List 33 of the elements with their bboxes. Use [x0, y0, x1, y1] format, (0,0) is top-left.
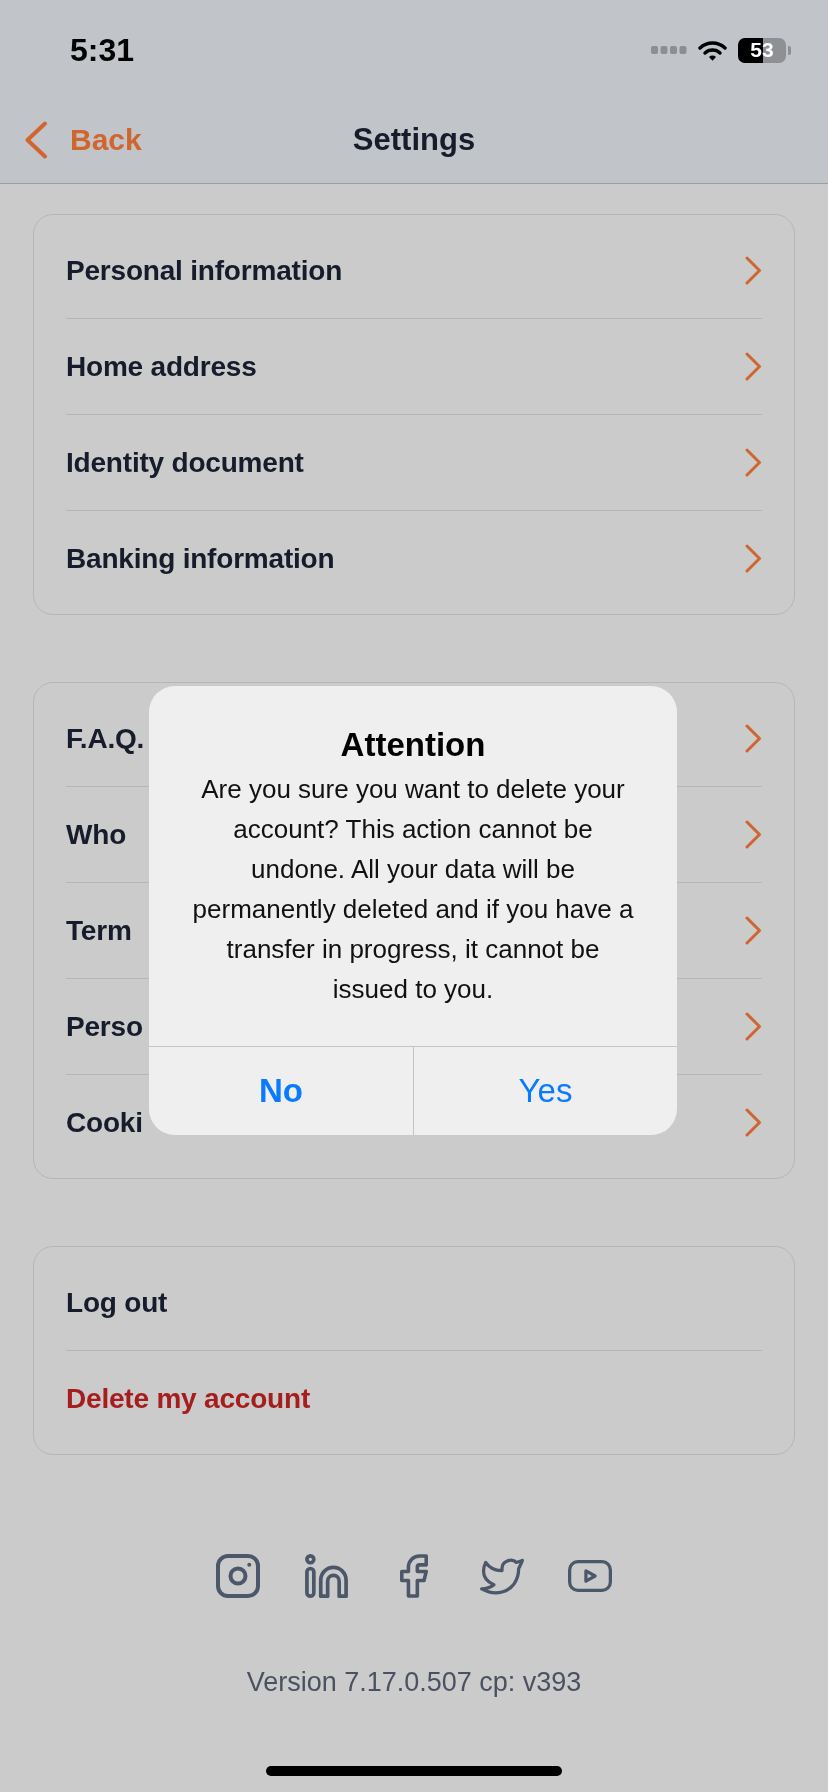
chevron-right-icon	[745, 1108, 762, 1137]
status-time: 5:31	[70, 31, 135, 69]
chevron-right-icon	[745, 916, 762, 945]
chevron-right-icon	[745, 820, 762, 849]
settings-item[interactable]: Banking information	[66, 542, 335, 575]
page-title: Settings	[352, 121, 476, 158]
settings-item[interactable]: Delete my account	[66, 1382, 311, 1415]
youtube-icon[interactable]	[568, 1560, 612, 1592]
linkedin-icon[interactable]	[304, 1554, 348, 1598]
settings-item[interactable]: Log out	[66, 1286, 168, 1319]
alert-title: Attention	[339, 725, 487, 765]
alert-message: Are you sure you want to delete your account? This action cannot be undone. All your data will be permanently deleted and if you have a transfer in progress, it cannot be issued to you.	[191, 773, 635, 1006]
chevron-left-icon	[24, 120, 48, 159]
version-text: Version 7.17.0.507 cp: v393	[245, 1666, 583, 1699]
settings-item[interactable]: Identity document	[66, 446, 304, 479]
chevron-right-icon	[745, 256, 762, 285]
settings-item[interactable]: Personal information	[66, 254, 343, 287]
chevron-right-icon	[745, 724, 762, 753]
chevron-right-icon	[745, 448, 762, 477]
settings-item[interactable]: Perso	[66, 1010, 143, 1043]
facebook-icon[interactable]	[400, 1554, 428, 1598]
chevron-right-icon	[745, 544, 762, 573]
wifi-icon	[698, 39, 727, 61]
bird-icon[interactable]	[480, 1556, 524, 1596]
instagram-icon[interactable]	[216, 1554, 260, 1598]
settings-item[interactable]: Cooki	[66, 1106, 143, 1139]
settings-item[interactable]: Home address	[66, 350, 257, 383]
settings-item[interactable]: Who	[66, 818, 127, 851]
chevron-right-icon	[745, 1012, 762, 1041]
signal-icon	[651, 46, 687, 54]
chevron-right-icon	[745, 352, 762, 381]
settings-item[interactable]: Term	[66, 914, 132, 947]
settings-item[interactable]: F.A.Q.	[66, 722, 145, 755]
